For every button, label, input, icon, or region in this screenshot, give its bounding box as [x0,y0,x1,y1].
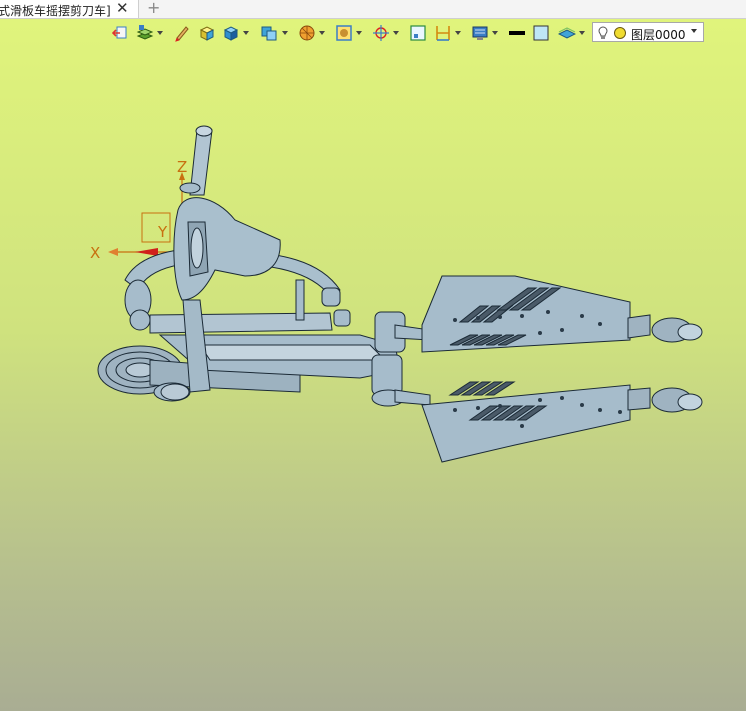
lower-deck-plate [421,381,703,463]
scooter-model[interactable] [0,0,746,711]
scooter-frame [97,125,431,407]
upper-deck-plate [421,275,703,353]
axis-triad [108,172,185,256]
